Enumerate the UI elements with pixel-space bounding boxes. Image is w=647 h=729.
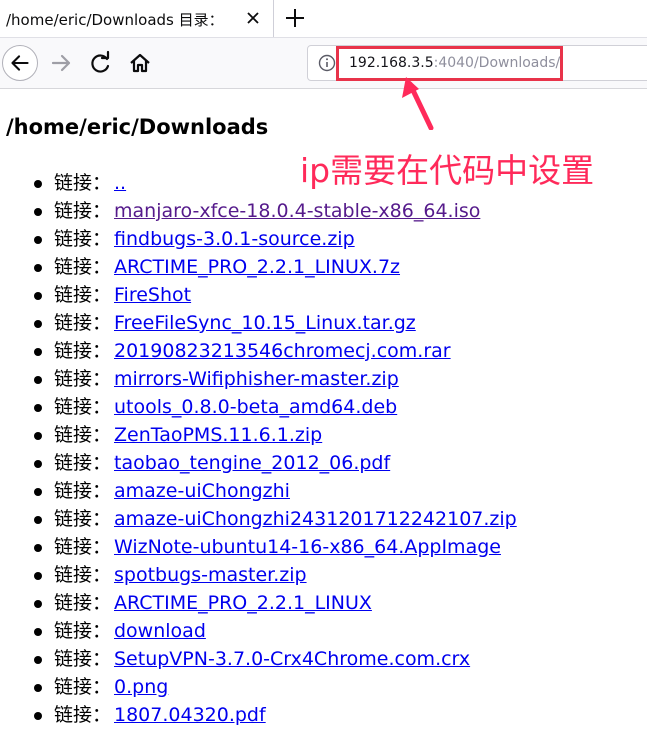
bullet-icon — [34, 348, 42, 356]
bullet-icon — [34, 264, 42, 272]
file-link[interactable]: findbugs-3.0.1-source.zip — [114, 225, 355, 253]
link-prefix-label: 链接： — [54, 340, 112, 362]
file-link[interactable]: SetupVPN-3.7.0-Crx4Chrome.com.crx — [114, 645, 470, 673]
link-prefix-label: 链接： — [54, 312, 112, 334]
file-link[interactable]: spotbugs-master.zip — [114, 561, 307, 589]
link-prefix-label: 链接： — [54, 452, 112, 474]
bullet-icon — [34, 544, 42, 552]
back-arrow-icon[interactable] — [2, 45, 38, 81]
bullet-icon — [34, 376, 42, 384]
bullet-icon — [34, 488, 42, 496]
file-link[interactable]: 20190823213546chromecj.com.rar — [114, 337, 451, 365]
file-link[interactable]: ARCTIME_PRO_2.2.1_LINUX.7z — [114, 253, 400, 281]
page-heading: /home/eric/Downloads — [6, 115, 269, 139]
tab-strip: /home/eric/Downloads 目录： — [0, 0, 647, 37]
link-prefix-label: 链接： — [54, 172, 112, 194]
file-link[interactable]: download — [114, 617, 206, 645]
new-tab-plus-icon[interactable] — [283, 6, 307, 30]
bullet-icon — [34, 684, 42, 692]
bullet-icon — [34, 656, 42, 664]
bullet-icon — [34, 236, 42, 244]
link-prefix-label: 链接： — [54, 396, 112, 418]
link-prefix-label: 链接： — [54, 676, 112, 698]
info-icon[interactable] — [318, 54, 336, 72]
bullet-icon — [34, 432, 42, 440]
bullet-icon — [34, 404, 42, 412]
link-prefix-label: 链接： — [54, 284, 112, 306]
home-icon[interactable] — [122, 45, 158, 81]
bullet-icon — [34, 180, 42, 188]
link-prefix-label: 链接： — [54, 704, 112, 726]
file-link[interactable]: 0.png — [114, 673, 168, 701]
link-prefix-label: 链接： — [54, 648, 112, 670]
file-link[interactable]: taobao_tengine_2012_06.pdf — [114, 449, 390, 477]
bullet-icon — [34, 628, 42, 636]
file-link[interactable]: .. — [114, 169, 126, 197]
url-highlight-box — [336, 46, 563, 81]
link-prefix-label: 链接： — [54, 228, 112, 250]
file-link[interactable]: FireShot — [114, 281, 191, 309]
tab-downloads[interactable]: /home/eric/Downloads 目录： — [0, 0, 274, 37]
link-prefix-label: 链接： — [54, 620, 112, 642]
file-link[interactable]: 1807.04320.pdf — [114, 701, 266, 729]
file-link[interactable]: manjaro-xfce-18.0.4-stable-x86_64.iso — [114, 197, 480, 225]
bullet-icon — [34, 292, 42, 300]
link-prefix-label: 链接： — [54, 200, 112, 222]
link-prefix-label: 链接： — [54, 256, 112, 278]
file-link[interactable]: mirrors-Wifiphisher-master.zip — [114, 365, 399, 393]
link-prefix-label: 链接： — [54, 508, 112, 530]
bullet-icon — [34, 516, 42, 524]
tab-title: /home/eric/Downloads 目录： — [6, 11, 224, 29]
bullet-icon — [34, 320, 42, 328]
link-prefix-label: 链接： — [54, 592, 112, 614]
forward-arrow-icon[interactable] — [44, 45, 80, 81]
link-prefix-label: 链接： — [54, 480, 112, 502]
bullet-icon — [34, 572, 42, 580]
file-link[interactable]: WizNote-ubuntu14-16-x86_64.AppImage — [114, 533, 501, 561]
link-prefix-label: 链接： — [54, 564, 112, 586]
link-prefix-label: 链接： — [54, 424, 112, 446]
close-icon[interactable] — [243, 8, 263, 28]
bullet-icon — [34, 208, 42, 216]
file-link[interactable]: utools_0.8.0-beta_amd64.deb — [114, 393, 397, 421]
file-link[interactable]: ZenTaoPMS.11.6.1.zip — [114, 421, 322, 449]
annotation-text: ip需要在代码中设置 — [300, 151, 595, 190]
bullet-icon — [34, 600, 42, 608]
file-link[interactable]: ARCTIME_PRO_2.2.1_LINUX — [114, 589, 372, 617]
bullet-icon — [34, 712, 42, 720]
file-link[interactable]: amaze-uiChongzhi — [114, 477, 290, 505]
file-link[interactable]: amaze-uiChongzhi2431201712242107.zip — [114, 505, 517, 533]
bullet-icon — [34, 460, 42, 468]
link-prefix-label: 链接： — [54, 536, 112, 558]
reload-icon[interactable] — [83, 45, 119, 81]
link-prefix-label: 链接： — [54, 368, 112, 390]
annotation-arrow-icon — [402, 77, 434, 130]
file-link[interactable]: FreeFileSync_10.15_Linux.tar.gz — [114, 309, 416, 337]
